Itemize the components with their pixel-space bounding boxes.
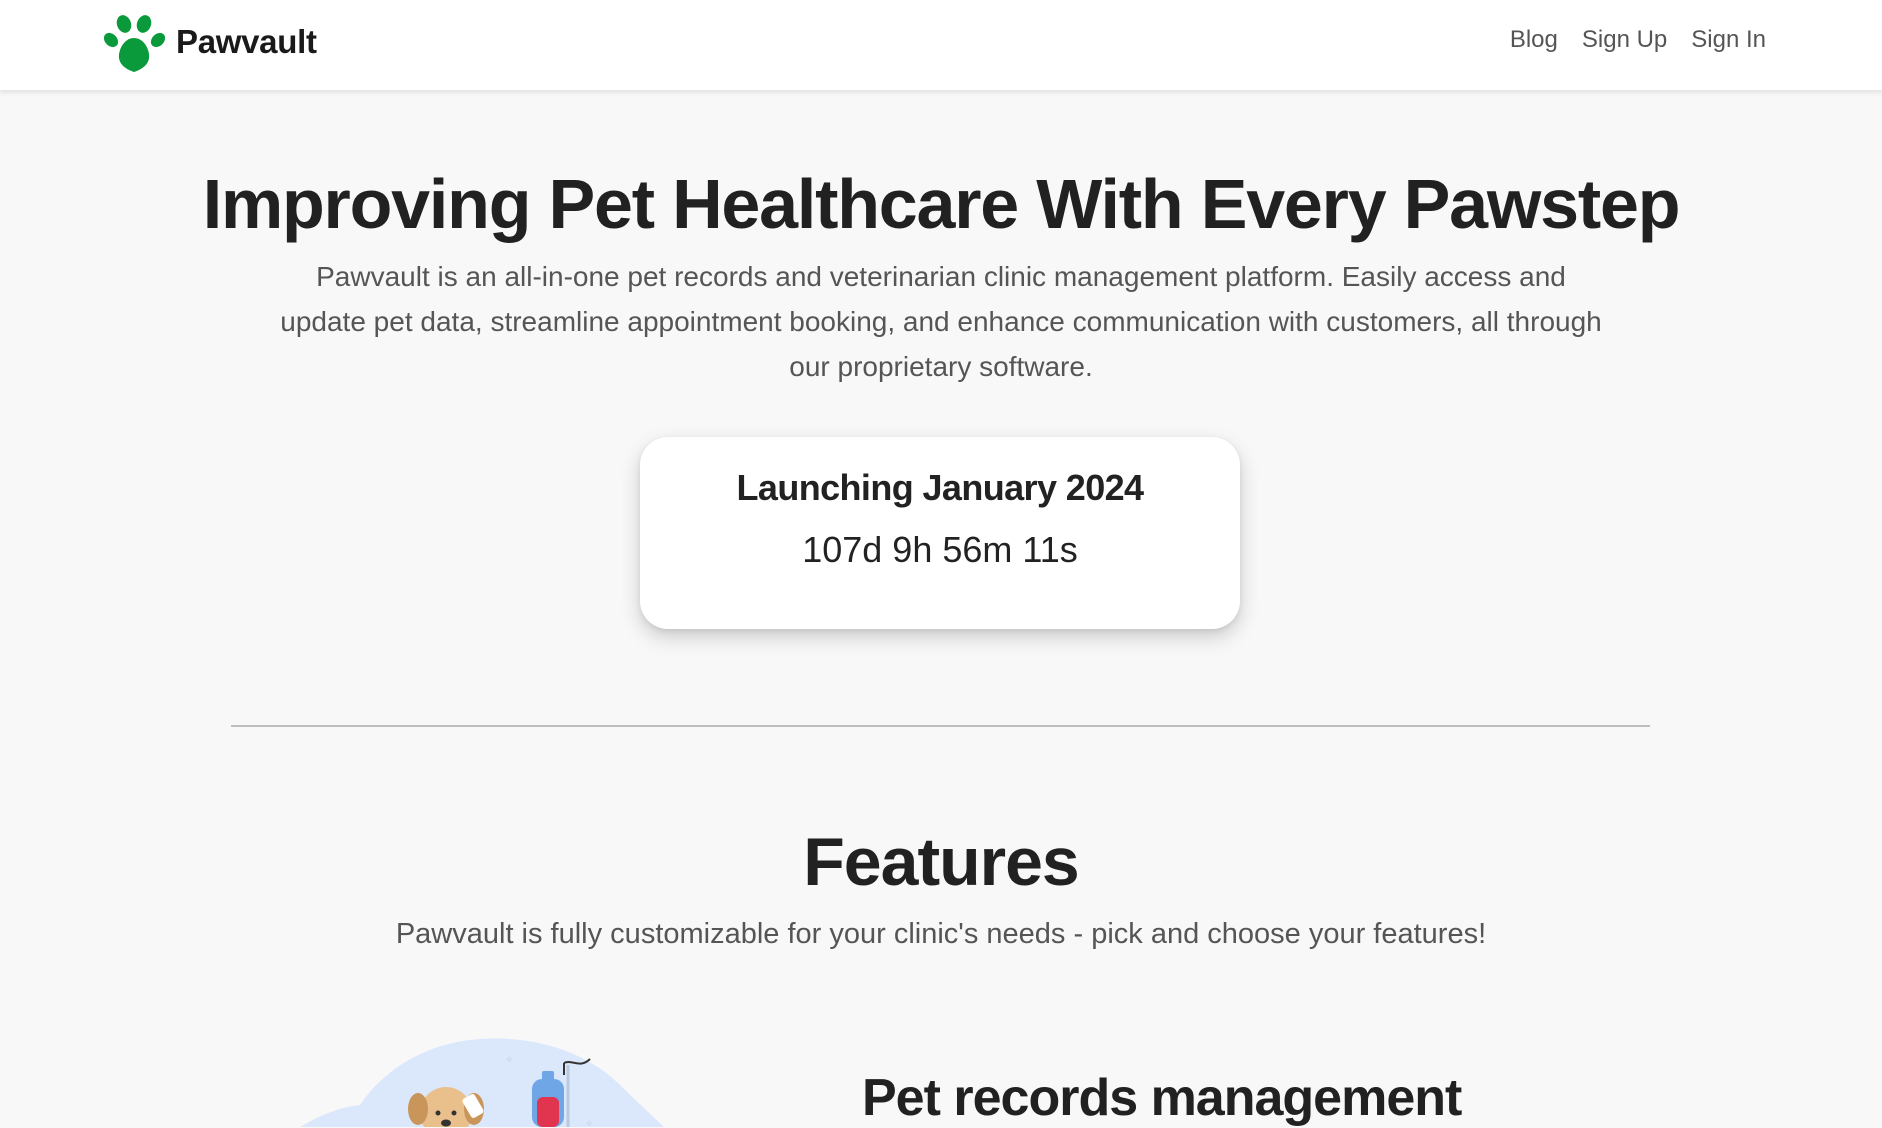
svg-text:✧: ✧ [505, 1055, 513, 1066]
launch-countdown-card: Launching January 2024 107d 9h 56m 11s [640, 437, 1240, 629]
countdown-timer: 107d 9h 56m 11s [802, 529, 1078, 570]
nav-link-blog[interactable]: Blog [1510, 26, 1558, 54]
feature-heading-pet-records: Pet records management [862, 1069, 1462, 1127]
vet-dog-illustration: ✧ ✧ [300, 1038, 664, 1127]
hero-subtitle: Pawvault is an all-in-one pet records an… [280, 261, 1602, 382]
svg-text:✧: ✧ [585, 1119, 593, 1127]
nav-links: Blog Sign Up Sign In [1510, 26, 1766, 54]
features-title: Features [803, 824, 1079, 900]
countdown-title: Launching January 2024 [736, 467, 1145, 508]
brand-name: Pawvault [176, 23, 317, 60]
section-divider [231, 725, 1650, 727]
hero-title: Improving Pet Healthcare With Every Paws… [202, 165, 1681, 243]
top-navbar: Pawvault Blog Sign Up Sign In [0, 0, 1882, 91]
paw-icon [103, 15, 166, 72]
features-subtitle: Pawvault is fully customizable for your … [395, 918, 1487, 950]
brand-logo-link[interactable]: Pawvault [102, 10, 317, 74]
nav-link-sign-up[interactable]: Sign Up [1582, 26, 1667, 54]
nav-link-sign-in[interactable]: Sign In [1691, 26, 1766, 54]
